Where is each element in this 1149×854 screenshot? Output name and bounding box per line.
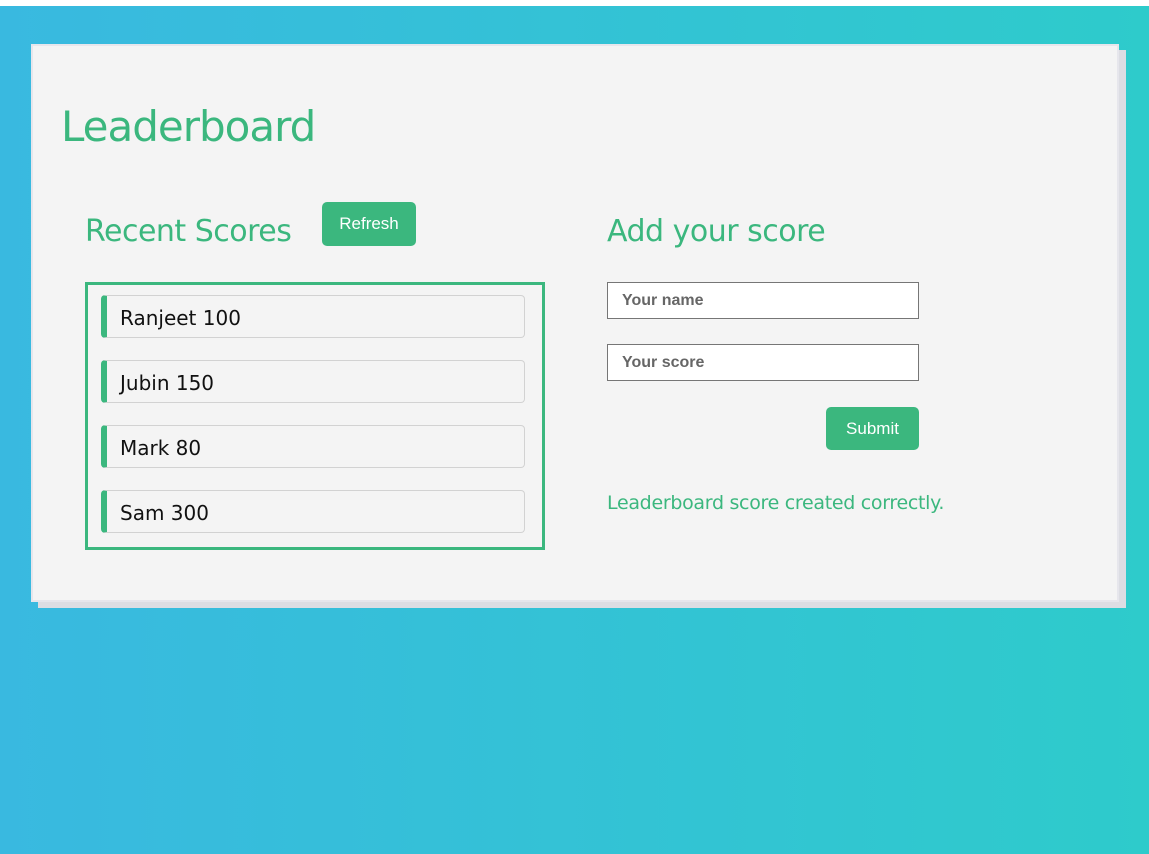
submit-button[interactable]: Submit [826,407,919,450]
name-input[interactable] [607,282,919,319]
refresh-button[interactable]: Refresh [322,202,416,246]
score-list: Ranjeet 100 Jubin 150 Mark 80 Sam 300 [85,282,545,550]
list-item: Mark 80 [101,425,525,468]
leaderboard-card: Leaderboard Recent Scores Refresh Ranjee… [31,44,1119,602]
score-item-label: Sam 300 [120,501,209,525]
page-title: Leaderboard [61,102,316,151]
add-score-heading: Add your score [607,214,826,249]
recent-scores-heading: Recent Scores [85,214,292,249]
list-item: Ranjeet 100 [101,295,525,338]
list-item: Jubin 150 [101,360,525,403]
list-item: Sam 300 [101,490,525,533]
score-item-label: Ranjeet 100 [120,306,241,330]
score-item-label: Jubin 150 [120,371,215,395]
score-item-label: Mark 80 [120,436,202,460]
score-input[interactable] [607,344,919,381]
status-message: Leaderboard score created correctly. [607,492,945,514]
